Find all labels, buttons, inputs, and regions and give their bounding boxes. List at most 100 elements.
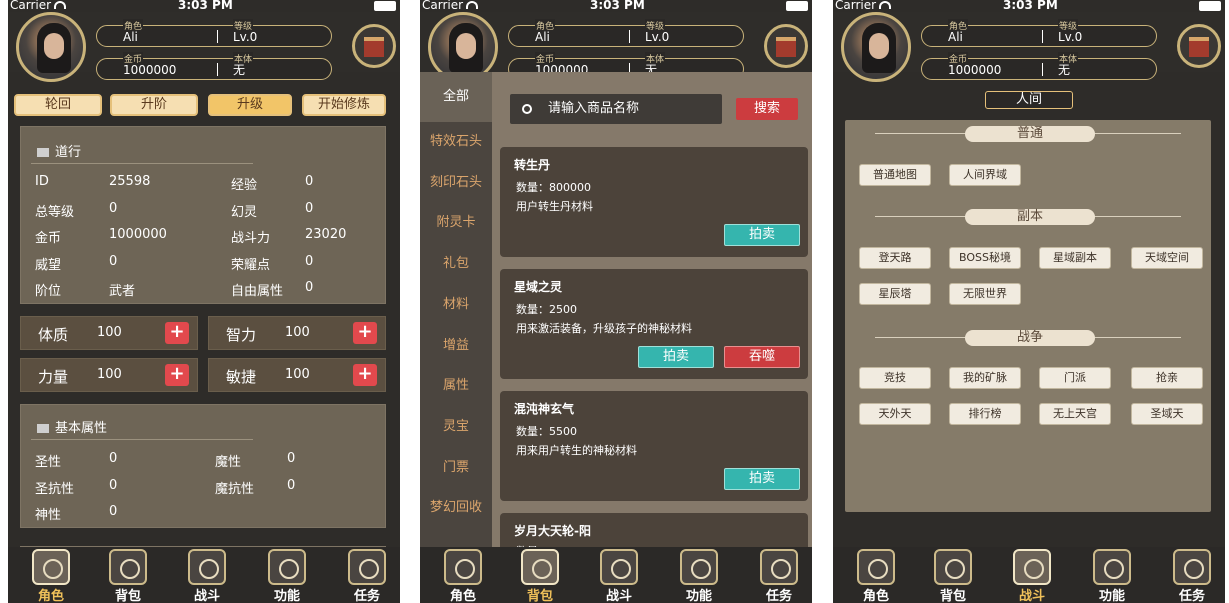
- map-button[interactable]: 登天路: [859, 247, 931, 269]
- scroll-icon: [37, 148, 49, 157]
- function-icon: [1093, 549, 1131, 585]
- sidebar-item[interactable]: 礼包: [420, 244, 492, 284]
- map-button[interactable]: 人间界域: [949, 164, 1021, 186]
- stat-label: 金币: [35, 231, 62, 246]
- basic-value: 0: [109, 504, 118, 519]
- map-button[interactable]: 我的矿脉: [949, 367, 1021, 389]
- tab-function[interactable]: 功能: [672, 547, 726, 603]
- stat-label: 阶位: [35, 284, 62, 299]
- backpack-icon: [934, 549, 972, 585]
- start-cultivate-button[interactable]: 开始修炼: [302, 94, 386, 116]
- avatar[interactable]: [16, 12, 86, 82]
- carrier-label: Carrier: [10, 0, 67, 11]
- battle-icon: [600, 549, 638, 585]
- tab-backpack[interactable]: 背包: [513, 547, 567, 603]
- auction-button[interactable]: 拍卖: [724, 224, 800, 246]
- tab-character[interactable]: 角色: [849, 547, 903, 603]
- sidebar-item[interactable]: 材料: [420, 285, 492, 325]
- item-desc: 用来用户转生的神秘材料: [516, 444, 637, 457]
- map-button[interactable]: 普通地图: [859, 164, 931, 186]
- avatar[interactable]: [841, 12, 911, 82]
- tab-label: 角色: [37, 589, 64, 603]
- world-selector[interactable]: 人间: [985, 91, 1073, 109]
- body-value: 无: [1058, 63, 1071, 77]
- sidebar-item[interactable]: 梦幻回收: [420, 488, 492, 528]
- add-agility-button[interactable]: +: [353, 364, 377, 386]
- map-button[interactable]: 排行榜: [949, 403, 1021, 425]
- add-intelligence-button[interactable]: +: [353, 322, 377, 344]
- tab-battle[interactable]: 战斗: [592, 547, 646, 603]
- attr-value: 100: [97, 325, 122, 340]
- daoxing-title: 道行: [37, 141, 81, 160]
- tab-backpack[interactable]: 背包: [101, 547, 155, 603]
- upgrade-button[interactable]: 升级: [208, 94, 292, 116]
- tab-backpack[interactable]: 背包: [926, 547, 980, 603]
- shop-icon[interactable]: [352, 24, 396, 68]
- advance-button[interactable]: 升阶: [110, 94, 198, 116]
- sidebar-item[interactable]: 灵宝: [420, 407, 492, 447]
- map-board: 普通 副本 战争 普通地图 人间界域 登天路 BOSS秘境 星域副本 天域空间 …: [845, 120, 1211, 512]
- map-button[interactable]: BOSS秘境: [949, 247, 1021, 269]
- tab-character[interactable]: 角色: [24, 547, 78, 603]
- sidebar-item[interactable]: 属性: [420, 366, 492, 406]
- sidebar-item[interactable]: 全部: [420, 72, 492, 122]
- search-button[interactable]: 搜索: [736, 98, 798, 120]
- map-button[interactable]: 圣域天: [1131, 403, 1203, 425]
- stat-value: 1000000: [109, 227, 167, 242]
- stat-value: 0: [109, 253, 118, 269]
- attr-name: 体质: [38, 326, 69, 344]
- tab-task[interactable]: 任务: [340, 547, 394, 603]
- sidebar-item[interactable]: 增益: [420, 326, 492, 366]
- sidebar-item[interactable]: 附灵卡: [420, 203, 492, 243]
- battery-icon: [1199, 1, 1221, 11]
- reincarnate-button[interactable]: 轮回: [14, 94, 102, 116]
- shop-icon[interactable]: [764, 24, 808, 68]
- shop-icon[interactable]: [1177, 24, 1221, 68]
- map-button[interactable]: 门派: [1039, 367, 1111, 389]
- map-button[interactable]: 抢亲: [1131, 367, 1203, 389]
- item-card: 混沌神玄气 数量：5500 用来用户转生的神秘材料 拍卖: [500, 391, 808, 501]
- sidebar-item[interactable]: 门票: [420, 448, 492, 488]
- map-button[interactable]: 星域副本: [1039, 247, 1111, 269]
- tab-function[interactable]: 功能: [260, 547, 314, 603]
- stat-label: 自由属性: [231, 284, 284, 299]
- tab-battle[interactable]: 战斗: [180, 547, 234, 603]
- tab-task[interactable]: 任务: [1165, 547, 1219, 603]
- tab-label: 任务: [1178, 589, 1205, 603]
- stat-label: 总等级: [35, 204, 75, 220]
- stat-label: 幻灵: [231, 204, 258, 220]
- category-sidebar: 全部 特效石头 刻印石头 附灵卡 礼包 材料 增益 属性 灵宝 门票 梦幻回收: [420, 72, 492, 547]
- map-button[interactable]: 竞技: [859, 367, 931, 389]
- clock: 3:03 PM: [590, 0, 645, 12]
- clock: 3:03 PM: [178, 0, 233, 12]
- add-constitution-button[interactable]: +: [165, 322, 189, 344]
- devour-button[interactable]: 吞噬: [724, 346, 800, 368]
- role-level-pill: 角色 Ali 等级 Lv.0: [96, 19, 332, 47]
- search-input[interactable]: 请输入商品名称: [510, 94, 722, 124]
- stat-label: 威望: [35, 257, 62, 273]
- basic-attr-section: 基本属性 圣性 0 魔性 0 圣抗性 0 魔抗性 0 神性 0: [20, 404, 386, 528]
- map-button[interactable]: 无限世界: [949, 283, 1021, 305]
- map-button[interactable]: 无上天宫: [1039, 403, 1111, 425]
- stat-value: 0: [109, 200, 118, 216]
- stat-value: 23020: [305, 227, 347, 242]
- map-button[interactable]: 天域空间: [1131, 247, 1203, 269]
- attr-strength: 力量 100 +: [20, 358, 198, 392]
- body-value: 无: [233, 63, 246, 77]
- tab-battle[interactable]: 战斗: [1005, 547, 1059, 603]
- auction-button[interactable]: 拍卖: [724, 468, 800, 490]
- map-button[interactable]: 天外天: [859, 403, 931, 425]
- stat-value: 0: [305, 174, 314, 189]
- tab-function[interactable]: 功能: [1085, 547, 1139, 603]
- tab-character[interactable]: 角色: [436, 547, 490, 603]
- sidebar-item[interactable]: 刻印石头: [420, 163, 492, 203]
- auction-button[interactable]: 拍卖: [638, 346, 714, 368]
- add-strength-button[interactable]: +: [165, 364, 189, 386]
- basic-label: 魔抗性: [215, 481, 255, 497]
- map-button[interactable]: 星辰塔: [859, 283, 931, 305]
- stat-label: 荣耀点: [231, 257, 271, 273]
- tab-bar: 角色 背包 战斗 功能 任务: [420, 547, 812, 603]
- sidebar-item[interactable]: 特效石头: [420, 122, 492, 162]
- attr-name: 力量: [38, 368, 69, 386]
- tab-task[interactable]: 任务: [752, 547, 806, 603]
